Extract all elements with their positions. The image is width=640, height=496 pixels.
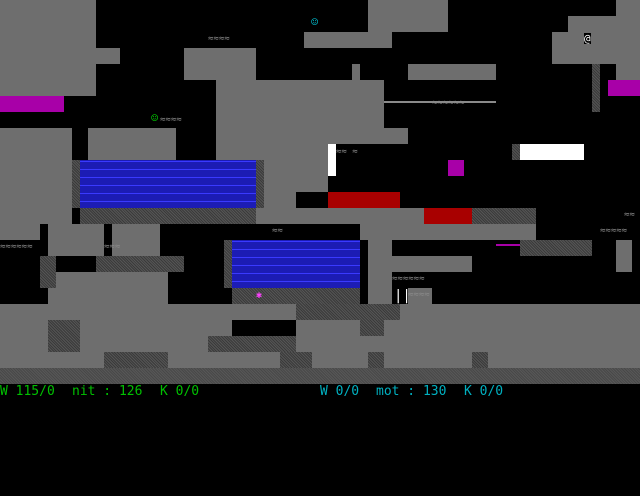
portal-left xyxy=(0,96,64,112)
dark-rock xyxy=(80,208,256,224)
dark-rock xyxy=(40,256,56,288)
rock-block xyxy=(360,224,536,240)
rock-block xyxy=(328,80,384,144)
rock-block xyxy=(232,304,296,320)
rock-block xyxy=(616,240,632,272)
wave-mark: ≈≈≈≈≈≈ xyxy=(432,98,465,108)
left-player-name: nit : 126 xyxy=(72,384,143,399)
status-bar: W 115/0 nit : 126 K 0/0 W 0/0 mot : 130 … xyxy=(0,384,640,400)
asterisk-icon: ✱ xyxy=(256,290,263,301)
dark-rock xyxy=(104,352,168,368)
lava-pool-left xyxy=(328,192,400,208)
dark-rock xyxy=(360,320,384,336)
white-wall xyxy=(328,144,336,176)
wave-mark: ≈≈≈≈≈≈ xyxy=(392,274,425,284)
smiley-icon[interactable]: ☺ xyxy=(151,112,158,124)
dark-rock xyxy=(224,240,232,288)
rock-block xyxy=(408,64,496,80)
wave-mark: ≈≈≈≈ xyxy=(208,34,230,44)
dark-rock xyxy=(208,336,296,352)
rock-block xyxy=(368,0,448,32)
white-bar xyxy=(520,144,584,160)
rock-block xyxy=(264,192,296,208)
rock-block xyxy=(0,304,232,352)
wave-mark: ≈≈≈≈ xyxy=(408,290,430,300)
magenta-line xyxy=(496,244,520,246)
dark-rock xyxy=(256,160,264,208)
rock-block xyxy=(304,32,392,48)
water-pool-upper xyxy=(80,160,256,208)
wave-mark: ≈≈≈≈≈ xyxy=(600,226,628,236)
dark-rock xyxy=(296,304,400,320)
rock-block xyxy=(88,128,176,160)
wave-mark: ≈≈ ≈ xyxy=(336,147,358,157)
right-player-name: mot : 130 xyxy=(376,384,447,399)
rock-block xyxy=(184,48,256,80)
rock-block xyxy=(264,176,328,192)
portal-right xyxy=(608,80,640,96)
rock-block xyxy=(392,256,472,272)
right-worms-count: W 0/0 xyxy=(320,384,360,399)
wave-mark: ≈≈≈ xyxy=(104,242,121,252)
lava-pool-right xyxy=(424,208,472,224)
dark-rock xyxy=(472,208,536,224)
rock-block xyxy=(384,304,640,352)
dark-rock xyxy=(0,368,640,384)
dark-rock xyxy=(48,320,80,352)
rock-block xyxy=(256,208,424,224)
rock-block xyxy=(384,128,408,144)
game-map[interactable]: ≈≈≈≈ ≈≈≈≈ ≈≈ ≈ ≈≈≈≈≈≈ ≈≈≈≈≈≈ ≈≈≈ ≈≈ ≈≈≈≈… xyxy=(0,0,640,384)
dark-rock xyxy=(280,352,312,368)
dark-rock xyxy=(512,144,520,160)
rock-block xyxy=(48,224,104,256)
rock-block xyxy=(616,0,640,80)
rock-block xyxy=(96,48,120,64)
dark-rock xyxy=(72,160,80,208)
portal-center xyxy=(448,160,464,176)
rock-block xyxy=(0,0,96,96)
dark-rock xyxy=(592,64,600,112)
rock-block xyxy=(368,240,392,304)
dark-rock xyxy=(232,288,360,304)
wave-mark: ≈≈≈≈ xyxy=(160,115,182,125)
smiley-icon[interactable]: ☺ xyxy=(311,16,318,28)
water-pool-lower xyxy=(232,240,360,288)
dark-rock xyxy=(520,240,592,256)
left-kills-count: K 0/0 xyxy=(160,384,200,399)
wave-mark: ≈≈ xyxy=(272,226,283,236)
wave-mark: ≈≈≈≈≈≈ xyxy=(0,242,33,252)
at-sign-icon[interactable]: @ xyxy=(584,33,591,44)
dark-rock xyxy=(96,256,184,272)
rock-block xyxy=(352,64,360,80)
right-kills-count: K 0/0 xyxy=(464,384,504,399)
left-worms-count: W 115/0 xyxy=(0,384,55,399)
dark-rock xyxy=(368,352,384,368)
rock-block xyxy=(0,224,40,240)
dark-rock xyxy=(472,352,488,368)
rock-block xyxy=(0,128,72,224)
rock-block xyxy=(48,272,168,304)
rock-block xyxy=(0,352,640,368)
wave-mark: ≈≈ xyxy=(624,210,635,220)
gate-bars: || xyxy=(394,288,411,304)
